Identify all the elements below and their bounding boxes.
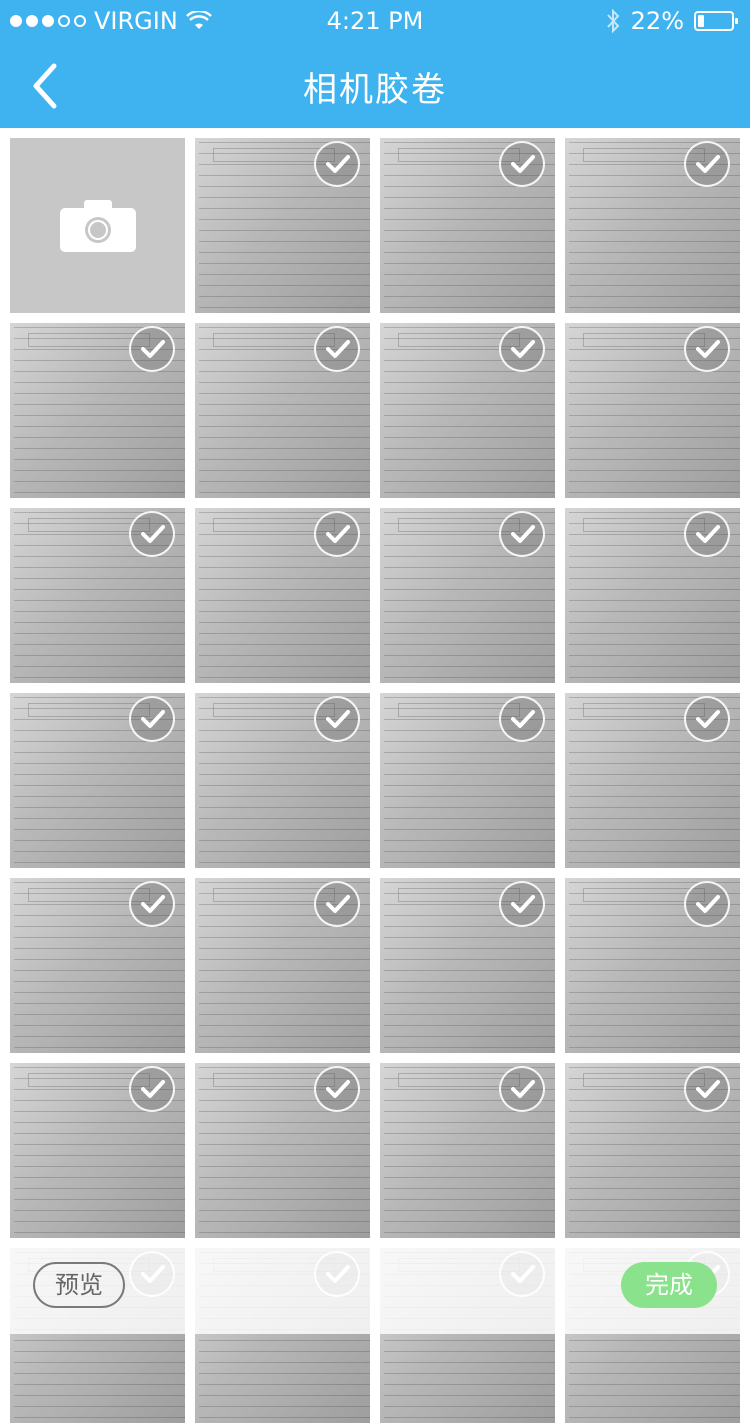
selection-checkbox[interactable] [499,696,545,742]
checkmark-icon [696,895,720,913]
checkmark-icon [511,710,535,728]
photo-thumbnail[interactable] [10,878,185,1053]
camera-icon [60,200,136,252]
checkmark-icon [326,1080,350,1098]
selection-checkbox[interactable] [499,1066,545,1112]
checkmark-icon [141,895,165,913]
photo-thumbnail[interactable] [10,693,185,868]
checkmark-icon [696,1080,720,1098]
battery-icon [694,11,738,31]
photo-thumbnail[interactable] [195,693,370,868]
photo-thumbnail[interactable] [10,1063,185,1238]
selection-checkbox[interactable] [684,696,730,742]
take-photo-tile[interactable] [10,138,185,313]
checkmark-icon [696,525,720,543]
checkmark-icon [141,1080,165,1098]
photo-thumbnail[interactable] [380,138,555,313]
checkmark-icon [141,340,165,358]
photo-thumbnail[interactable] [380,1063,555,1238]
selection-checkbox[interactable] [684,326,730,372]
photo-thumbnail[interactable] [195,323,370,498]
selection-checkbox[interactable] [129,1066,175,1112]
checkmark-icon [326,710,350,728]
selection-checkbox[interactable] [314,511,360,557]
photo-thumbnail[interactable] [565,1063,740,1238]
bluetooth-icon [606,8,620,34]
photo-thumbnail[interactable] [565,508,740,683]
selection-checkbox[interactable] [499,511,545,557]
photo-thumbnail[interactable] [565,878,740,1053]
selection-checkbox[interactable] [499,881,545,927]
checkmark-icon [696,340,720,358]
selection-checkbox[interactable] [129,326,175,372]
battery-percent: 22% [630,7,684,35]
selection-checkbox[interactable] [684,1066,730,1112]
selection-checkbox[interactable] [129,881,175,927]
checkmark-icon [326,340,350,358]
checkmark-icon [326,155,350,173]
selection-checkbox[interactable] [129,511,175,557]
photo-thumbnail[interactable] [195,138,370,313]
selection-checkbox[interactable] [314,141,360,187]
photo-thumbnail[interactable] [195,878,370,1053]
photo-thumbnail[interactable] [565,323,740,498]
status-bar: VIRGIN 4:21 PM 22% [0,0,750,42]
selection-checkbox[interactable] [499,326,545,372]
photo-thumbnail[interactable] [565,138,740,313]
selection-checkbox[interactable] [684,511,730,557]
preview-button[interactable]: 预览 [33,1262,125,1308]
checkmark-icon [511,340,535,358]
selection-checkbox[interactable] [499,141,545,187]
selection-checkbox[interactable] [684,141,730,187]
selection-checkbox[interactable] [129,696,175,742]
checkmark-icon [696,155,720,173]
checkmark-icon [326,895,350,913]
photo-thumbnail[interactable] [380,508,555,683]
photo-thumbnail[interactable] [195,1063,370,1238]
done-button[interactable]: 完成 [621,1262,717,1308]
photo-thumbnail[interactable] [380,693,555,868]
selection-checkbox[interactable] [314,881,360,927]
selection-checkbox[interactable] [314,696,360,742]
selection-checkbox[interactable] [684,881,730,927]
selection-checkbox[interactable] [314,326,360,372]
checkmark-icon [511,895,535,913]
checkmark-icon [511,525,535,543]
photo-thumbnail[interactable] [195,508,370,683]
photo-thumbnail[interactable] [10,508,185,683]
checkmark-icon [326,525,350,543]
checkmark-icon [141,525,165,543]
photo-thumbnail[interactable] [380,878,555,1053]
checkmark-icon [511,1080,535,1098]
checkmark-icon [511,155,535,173]
photo-thumbnail[interactable] [565,693,740,868]
header: VIRGIN 4:21 PM 22% 相机胶卷 [0,0,750,128]
navbar: 相机胶卷 [0,42,750,128]
photo-thumbnail[interactable] [10,323,185,498]
page-title: 相机胶卷 [303,70,447,110]
selection-checkbox[interactable] [314,1066,360,1112]
photo-grid [10,138,750,1423]
checkmark-icon [696,710,720,728]
photo-thumbnail[interactable] [380,323,555,498]
checkmark-icon [141,710,165,728]
